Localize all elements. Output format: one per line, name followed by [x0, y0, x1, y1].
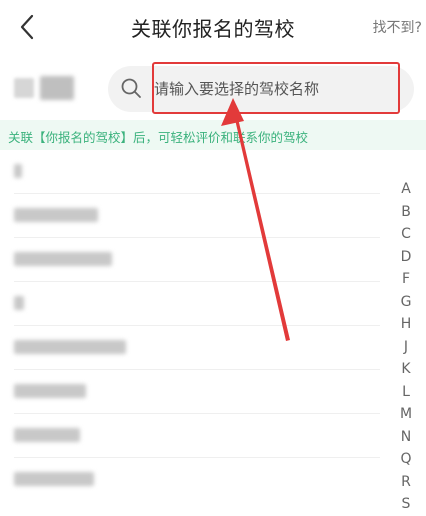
- city-selector[interactable]: [14, 76, 78, 100]
- search-box[interactable]: [108, 66, 414, 112]
- alphabet-letter[interactable]: J: [396, 336, 416, 359]
- alphabet-letter[interactable]: N: [396, 426, 416, 449]
- alphabet-letter[interactable]: K: [396, 358, 416, 381]
- alphabet-letter[interactable]: G: [396, 291, 416, 314]
- alphabet-letter[interactable]: A: [396, 178, 416, 201]
- page-title: 关联你报名的驾校: [131, 17, 295, 41]
- search-input[interactable]: [154, 66, 394, 112]
- blurred-school-name: [14, 164, 22, 178]
- blurred-city-name: [40, 76, 74, 100]
- alphabet-letter[interactable]: Q: [396, 448, 416, 471]
- blurred-school-name: [14, 252, 112, 266]
- list-item[interactable]: [0, 458, 380, 502]
- list-item[interactable]: [0, 194, 380, 238]
- info-banner-text: 关联【你报名的驾校】后，可轻松评价和联系你的驾校: [8, 130, 309, 145]
- blurred-school-name: [14, 428, 80, 442]
- blurred-school-name: [14, 472, 94, 486]
- list-item[interactable]: [0, 238, 380, 282]
- alphabet-letter[interactable]: C: [396, 223, 416, 246]
- blurred-city-icon: [14, 78, 34, 98]
- info-banner: 关联【你报名的驾校】后，可轻松评价和联系你的驾校: [0, 120, 426, 150]
- search-row: [0, 56, 426, 120]
- search-icon: [121, 78, 141, 98]
- alphabet-letter[interactable]: H: [396, 313, 416, 336]
- navigation-bar: 关联你报名的驾校 找不到?: [0, 0, 426, 56]
- list-item[interactable]: [0, 282, 380, 326]
- blurred-school-name: [14, 340, 126, 354]
- alphabet-letter[interactable]: R: [396, 471, 416, 494]
- not-found-link[interactable]: 找不到?: [373, 17, 422, 37]
- alphabet-letter[interactable]: S: [396, 493, 416, 516]
- alphabet-letter[interactable]: M: [396, 403, 416, 426]
- alphabet-letter[interactable]: F: [396, 268, 416, 291]
- alphabet-letter[interactable]: D: [396, 246, 416, 269]
- blurred-school-name: [14, 208, 98, 222]
- list-item[interactable]: [0, 326, 380, 370]
- list-item[interactable]: [0, 370, 380, 414]
- blurred-school-name: [14, 384, 86, 398]
- blurred-school-name: [14, 296, 24, 310]
- alphabet-letter[interactable]: L: [396, 381, 416, 404]
- list-item[interactable]: [0, 150, 380, 194]
- list-item[interactable]: [0, 414, 380, 458]
- alphabet-index: ABCDFGHJKLMNQRS: [396, 178, 416, 516]
- alphabet-letter[interactable]: B: [396, 201, 416, 224]
- school-list: [0, 150, 426, 495]
